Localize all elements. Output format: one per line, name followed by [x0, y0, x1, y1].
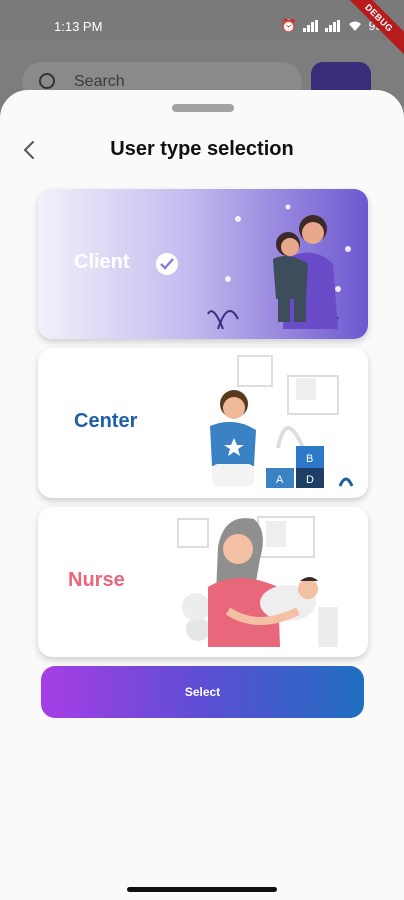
- home-indicator: [127, 887, 277, 892]
- page-title: User type selection: [110, 138, 294, 160]
- signal-icon: [302, 20, 318, 32]
- nurse-holding-baby-illustration: [177, 516, 338, 647]
- drag-handle[interactable]: [172, 104, 234, 112]
- option-card-nurse[interactable]: Nurse: [38, 507, 368, 657]
- select-button[interactable]: Select: [41, 666, 364, 718]
- search-icon: [39, 73, 55, 89]
- search-placeholder: Search: [74, 73, 125, 90]
- option-label-nurse: Nurse: [68, 569, 125, 591]
- svg-text:B: B: [306, 453, 313, 465]
- option-card-center[interactable]: Center A D B: [38, 348, 368, 498]
- child-with-blocks-illustration: A D B: [210, 355, 354, 488]
- svg-text:A: A: [276, 474, 284, 486]
- option-card-client[interactable]: Client: [38, 189, 368, 339]
- status-icons: ⏰ 93: [280, 18, 382, 34]
- parent-hugging-child-illustration: [207, 204, 351, 330]
- status-bar: 1:13 PM ⏰ 93: [0, 0, 404, 40]
- option-label-center: Center: [74, 410, 138, 432]
- user-type-sheet: User type selection Client Center A D B …: [0, 90, 404, 900]
- svg-text:D: D: [306, 474, 314, 486]
- alarm-icon: ⏰: [280, 18, 297, 33]
- option-label-client: Client: [74, 251, 130, 273]
- signal-icon-2: [324, 20, 340, 32]
- wifi-icon: [348, 21, 361, 31]
- status-time: 1:13 PM: [54, 19, 103, 34]
